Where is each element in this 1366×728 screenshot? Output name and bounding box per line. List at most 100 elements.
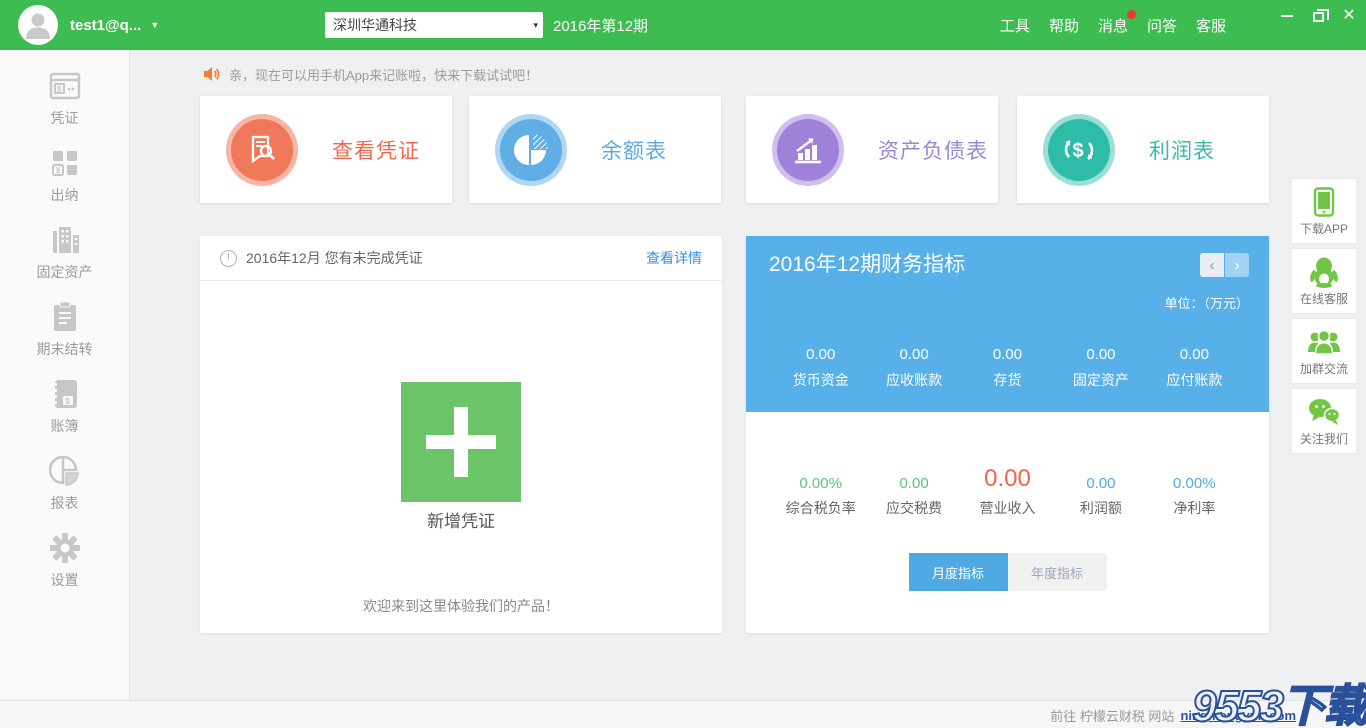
indicators-blue-section: 2016年12期财务指标 ‹ › 单位：（万元） 0.00 货币资金 0.00 …: [746, 236, 1269, 412]
sidebar-item-label: 设置: [51, 570, 79, 590]
unfinished-voucher-text: 2016年12月 您有未完成凭证: [246, 248, 423, 268]
stat-profit: 0.00 利润额: [1054, 458, 1147, 518]
float-item-label: 加群交流: [1300, 360, 1348, 377]
maximize-button[interactable]: [1307, 6, 1329, 26]
add-voucher-button[interactable]: [401, 382, 521, 502]
menu-qa[interactable]: 问答: [1147, 15, 1177, 36]
download-app-icon: [1313, 186, 1335, 218]
stat-value: 0.00: [1180, 346, 1209, 363]
close-button[interactable]: ✕: [1338, 6, 1360, 26]
stat-value: 0.00: [993, 346, 1022, 363]
user-menu[interactable]: test1@q... ▼: [70, 0, 159, 50]
settings-gear-icon: [49, 531, 81, 565]
float-download-app[interactable]: 下载APP: [1291, 178, 1357, 244]
sidebar-item-label: 凭证: [51, 108, 79, 128]
stat-label: 利润额: [1080, 498, 1122, 518]
stat-label: 综合税负率: [786, 498, 856, 518]
add-voucher-label: 新增凭证: [200, 507, 722, 532]
card-balance-sheet[interactable]: 余额表: [469, 96, 721, 203]
sidebar-item-reports[interactable]: 报表: [0, 445, 129, 522]
indicators-panel: 2016年12期财务指标 ‹ › 单位：（万元） 0.00 货币资金 0.00 …: [746, 236, 1269, 633]
float-online-service[interactable]: 在线客服: [1291, 248, 1357, 314]
sidebar-item-settings[interactable]: 设置: [0, 522, 129, 599]
indicators-title: 2016年12期财务指标: [769, 248, 965, 278]
group-chat-icon: [1307, 326, 1341, 358]
left-sidebar: $ 凭证 ¥ 出纳: [0, 50, 130, 700]
notice-text: 亲，现在可以用手机App来记账啦，快来下载试试吧！: [229, 65, 538, 84]
menu-support[interactable]: 客服: [1196, 15, 1226, 36]
menu-tools[interactable]: 工具: [1000, 15, 1030, 36]
prev-period-button[interactable]: ‹: [1200, 253, 1224, 277]
reports-icon: [49, 454, 81, 488]
sidebar-item-period-end[interactable]: 期末结转: [0, 291, 129, 368]
card-label: 利润表: [1149, 135, 1215, 165]
card-label: 资产负债表: [878, 135, 988, 165]
next-period-button[interactable]: ›: [1225, 253, 1249, 277]
period-nav: ‹ ›: [1200, 253, 1249, 277]
welcome-text: 欢迎来到这里体验我们的产品！: [200, 596, 722, 616]
info-icon: !: [220, 250, 237, 267]
view-details-link[interactable]: 查看详情: [646, 248, 702, 268]
stat-value: 0.00: [1086, 476, 1115, 493]
restore-icon: [1313, 12, 1324, 22]
company-select-value: 深圳华通科技: [333, 15, 417, 35]
assets-liabilities-icon: [777, 119, 839, 181]
card-assets-liabilities[interactable]: 资产负债表: [746, 96, 998, 203]
voucher-panel-header: ! 2016年12月 您有未完成凭证 查看详情: [200, 236, 722, 281]
chevron-right-icon: ›: [1235, 257, 1240, 274]
white-stats-row: 0.00% 综合税负率 0.00 应交税费 0.00 营业收入 0.00 利润额…: [746, 458, 1269, 518]
chevron-left-icon: ‹: [1210, 257, 1215, 274]
view-voucher-icon: [231, 119, 293, 181]
stat-label: 营业收入: [980, 498, 1036, 518]
float-follow-us[interactable]: 关注我们: [1291, 388, 1357, 454]
stat-label: 固定资产: [1073, 370, 1129, 390]
svg-text:$: $: [1073, 140, 1084, 162]
sidebar-item-voucher[interactable]: $ 凭证: [0, 60, 129, 137]
blue-stats-row: 0.00 货币资金 0.00 应收账款 0.00 存货 0.00 固定资产 0.…: [746, 346, 1269, 390]
top-menu: 工具 帮助 消息 问答 客服: [1000, 0, 1226, 50]
voucher-icon: $: [48, 69, 82, 103]
card-view-voucher[interactable]: 查看凭证: [200, 96, 452, 203]
tab-monthly-indicators[interactable]: 月度指标: [909, 553, 1008, 591]
footer-site-link[interactable]: ningmengyun.com: [1180, 708, 1296, 723]
minimize-button[interactable]: [1276, 6, 1298, 26]
sidebar-item-label: 固定资产: [37, 262, 93, 282]
tab-yearly-indicators[interactable]: 年度指标: [1008, 553, 1107, 591]
notice-bar: 亲，现在可以用手机App来记账啦，快来下载试试吧！: [203, 63, 538, 85]
follow-us-wechat-icon: [1308, 396, 1340, 428]
app-window: test1@q... ▼ 深圳华通科技 ▾ 2016年第12期 工具 帮助 消息…: [0, 0, 1366, 728]
fixed-assets-icon: [49, 223, 81, 257]
stat-receivables: 0.00 应收账款: [867, 346, 960, 390]
online-service-qq-icon: [1309, 256, 1339, 288]
menu-messages-label: 消息: [1098, 18, 1128, 35]
topbar: test1@q... ▼ 深圳华通科技 ▾ 2016年第12期 工具 帮助 消息…: [0, 0, 1366, 50]
svg-text:¥: ¥: [55, 166, 60, 176]
stat-tax-payable: 0.00 应交税费: [867, 458, 960, 518]
sidebar-item-ledger[interactable]: $ 账簿: [0, 368, 129, 445]
sidebar-item-cashier[interactable]: ¥ 出纳: [0, 137, 129, 214]
minimize-icon: [1281, 15, 1293, 17]
svg-text:$: $: [65, 397, 70, 406]
stat-tax-burden-rate: 0.00% 综合税负率: [774, 458, 867, 518]
menu-help[interactable]: 帮助: [1049, 15, 1079, 36]
company-select[interactable]: 深圳华通科技 ▾: [325, 12, 543, 38]
unit-label: 单位：（万元）: [1164, 293, 1249, 312]
assets-liabilities-icon-ring: [772, 114, 844, 186]
card-profit[interactable]: $ 利润表: [1017, 96, 1269, 203]
period-end-icon: [51, 300, 79, 334]
float-group-chat[interactable]: 加群交流: [1291, 318, 1357, 384]
stat-value: 0.00: [900, 476, 929, 493]
menu-messages[interactable]: 消息: [1098, 15, 1128, 36]
close-icon: ✕: [1342, 8, 1355, 24]
stat-value: 0.00: [900, 346, 929, 363]
sidebar-item-fixed-assets[interactable]: 固定资产: [0, 214, 129, 291]
select-caret-icon: ▾: [533, 12, 538, 38]
stat-label: 存货: [994, 370, 1022, 390]
window-controls: ✕: [1276, 6, 1360, 26]
balance-sheet-icon-ring: [495, 114, 567, 186]
stat-label: 货币资金: [793, 370, 849, 390]
svg-text:$: $: [57, 85, 62, 94]
avatar[interactable]: [18, 5, 58, 45]
profit-icon: $: [1048, 119, 1110, 181]
stat-value: 0.00: [984, 466, 1031, 492]
